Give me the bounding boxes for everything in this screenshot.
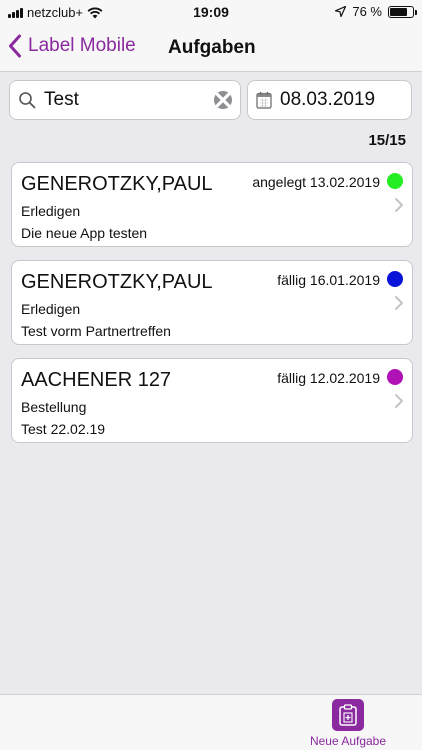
chevron-right-icon: [395, 394, 403, 408]
task-card[interactable]: AACHENER 127 fällig 12.02.2019 Bestellun…: [11, 358, 413, 443]
task-type: Erledigen: [21, 203, 81, 219]
close-icon: [215, 92, 231, 108]
battery-fill: [390, 7, 407, 16]
chevron-right-icon: [395, 296, 403, 310]
task-description: Test vorm Partnertreffen: [21, 323, 171, 339]
tab-bar: Neue Aufgabe: [0, 694, 422, 750]
date-filter[interactable]: 08.03.2019: [247, 80, 412, 120]
new-task-button[interactable]: Neue Aufgabe: [306, 699, 390, 749]
result-count: 15/15: [368, 132, 406, 149]
battery-percent: 76 %: [352, 4, 382, 19]
status-right: 76 %: [335, 4, 417, 19]
location-arrow-icon: [335, 6, 347, 17]
clear-search-icon[interactable]: [214, 91, 232, 109]
task-type: Erledigen: [21, 301, 81, 317]
task-description: Die neue App testen: [21, 225, 148, 241]
new-task-label: Neue Aufgabe: [309, 734, 387, 748]
task-date: fällig 16.01.2019: [277, 272, 380, 288]
clipboard-add-icon: [339, 704, 357, 726]
task-card[interactable]: GENEROTZKY,PAUL angelegt 13.02.2019 Erle…: [11, 162, 413, 247]
chevron-left-icon: [9, 34, 21, 58]
search-box: [9, 80, 241, 120]
search-icon: [19, 92, 36, 109]
task-type: Bestellung: [21, 399, 87, 415]
task-description: Test 22.02.19: [21, 421, 106, 437]
task-date: fällig 12.02.2019: [277, 370, 380, 386]
search-input[interactable]: [44, 89, 194, 111]
task-date: angelegt 13.02.2019: [252, 174, 380, 190]
task-card[interactable]: GENEROTZKY,PAUL fällig 16.01.2019 Erledi…: [11, 260, 413, 345]
nav-bar: Label Mobile Aufgaben: [0, 24, 422, 72]
calendar-icon: [256, 92, 272, 109]
battery-icon: [388, 5, 417, 18]
new-task-icon-box: [332, 699, 364, 731]
task-name: AACHENER 127: [21, 369, 172, 391]
task-status-dot: [387, 173, 403, 189]
task-name: GENEROTZKY,PAUL: [21, 173, 213, 195]
back-button[interactable]: Label Mobile: [8, 34, 136, 58]
date-filter-value: 08.03.2019: [280, 89, 376, 110]
task-name: GENEROTZKY,PAUL: [21, 271, 213, 293]
page-title: Aufgaben: [168, 37, 256, 58]
task-status-dot: [387, 271, 403, 287]
back-button-label: Label Mobile: [28, 35, 136, 56]
chevron-right-icon: [395, 198, 403, 212]
status-bar: netzclub+ 19:09 76 %: [0, 0, 422, 24]
task-status-dot: [387, 369, 403, 385]
